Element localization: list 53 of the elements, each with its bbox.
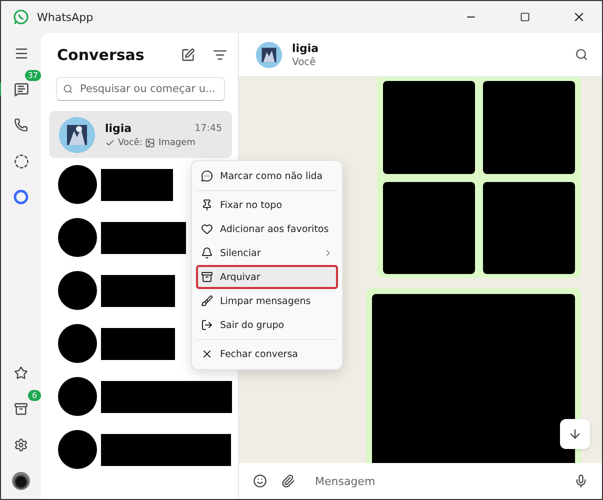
emoji-icon[interactable]	[253, 474, 267, 488]
menu-item[interactable]: Fixar no topo	[196, 193, 338, 217]
app-logo-icon	[13, 9, 29, 25]
check-icon	[105, 138, 115, 148]
archive-icon	[201, 271, 213, 283]
redacted-avatar	[58, 377, 97, 416]
redacted-avatar	[58, 324, 97, 363]
ring-icon[interactable]	[13, 189, 29, 205]
phone-icon[interactable]	[14, 118, 28, 132]
star-icon[interactable]	[14, 366, 28, 380]
close-icon	[201, 348, 213, 360]
archive-badge: 6	[28, 390, 41, 401]
heart-icon	[201, 223, 213, 235]
bell-icon	[201, 247, 213, 259]
exit-icon	[201, 319, 213, 331]
settings-icon[interactable]	[14, 438, 28, 452]
chat-time: 17:45	[194, 122, 222, 134]
message-preview: Imagem	[158, 138, 196, 148]
status-icon[interactable]	[14, 154, 28, 168]
search-field[interactable]: Pesquisar ou começar u...	[56, 77, 225, 101]
menu-item[interactable]: Sair do grupo	[196, 313, 338, 337]
search-icon	[63, 84, 73, 94]
menu-icon[interactable]	[14, 46, 28, 60]
menu-item[interactable]: Adicionar aos favoritos	[196, 217, 338, 241]
redacted-block	[101, 168, 173, 200]
chat-name: ligia	[105, 122, 133, 134]
search-icon[interactable]	[575, 48, 588, 61]
close-icon[interactable]	[572, 10, 586, 24]
menu-item[interactable]: Limpar mensagens	[196, 289, 338, 313]
redacted-avatar	[58, 430, 97, 469]
menu-item[interactable]: Marcar como não lida	[196, 164, 338, 188]
contact-subtitle: Você	[292, 56, 317, 68]
maximize-icon[interactable]	[520, 12, 530, 22]
archive-icon[interactable]	[14, 402, 28, 416]
image-icon	[145, 138, 156, 148]
chats-icon[interactable]	[14, 82, 28, 96]
menu-item[interactable]: Silenciar	[196, 241, 338, 265]
paperclip-icon[interactable]	[281, 474, 295, 488]
unread-badge: 37	[24, 70, 41, 81]
redacted-avatar	[58, 218, 97, 257]
menu-item[interactable]: Fechar conversa	[196, 342, 338, 366]
profile-avatar[interactable]	[12, 472, 30, 490]
chat-item[interactable]: ligia 17:45 Você: Imagem	[49, 111, 232, 158]
window-title: WhatsApp	[37, 10, 94, 24]
redacted-avatar	[58, 165, 97, 204]
pin-icon	[201, 199, 213, 211]
microphone-icon[interactable]	[574, 474, 588, 488]
message-composer[interactable]: Mensagem	[239, 463, 602, 499]
redacted-avatar	[58, 271, 97, 310]
preview-author: Você:	[118, 138, 142, 148]
contact-name: ligia	[292, 42, 320, 54]
menu-item[interactable]: Arquivar	[196, 265, 338, 289]
list-title: Conversas	[57, 46, 146, 64]
